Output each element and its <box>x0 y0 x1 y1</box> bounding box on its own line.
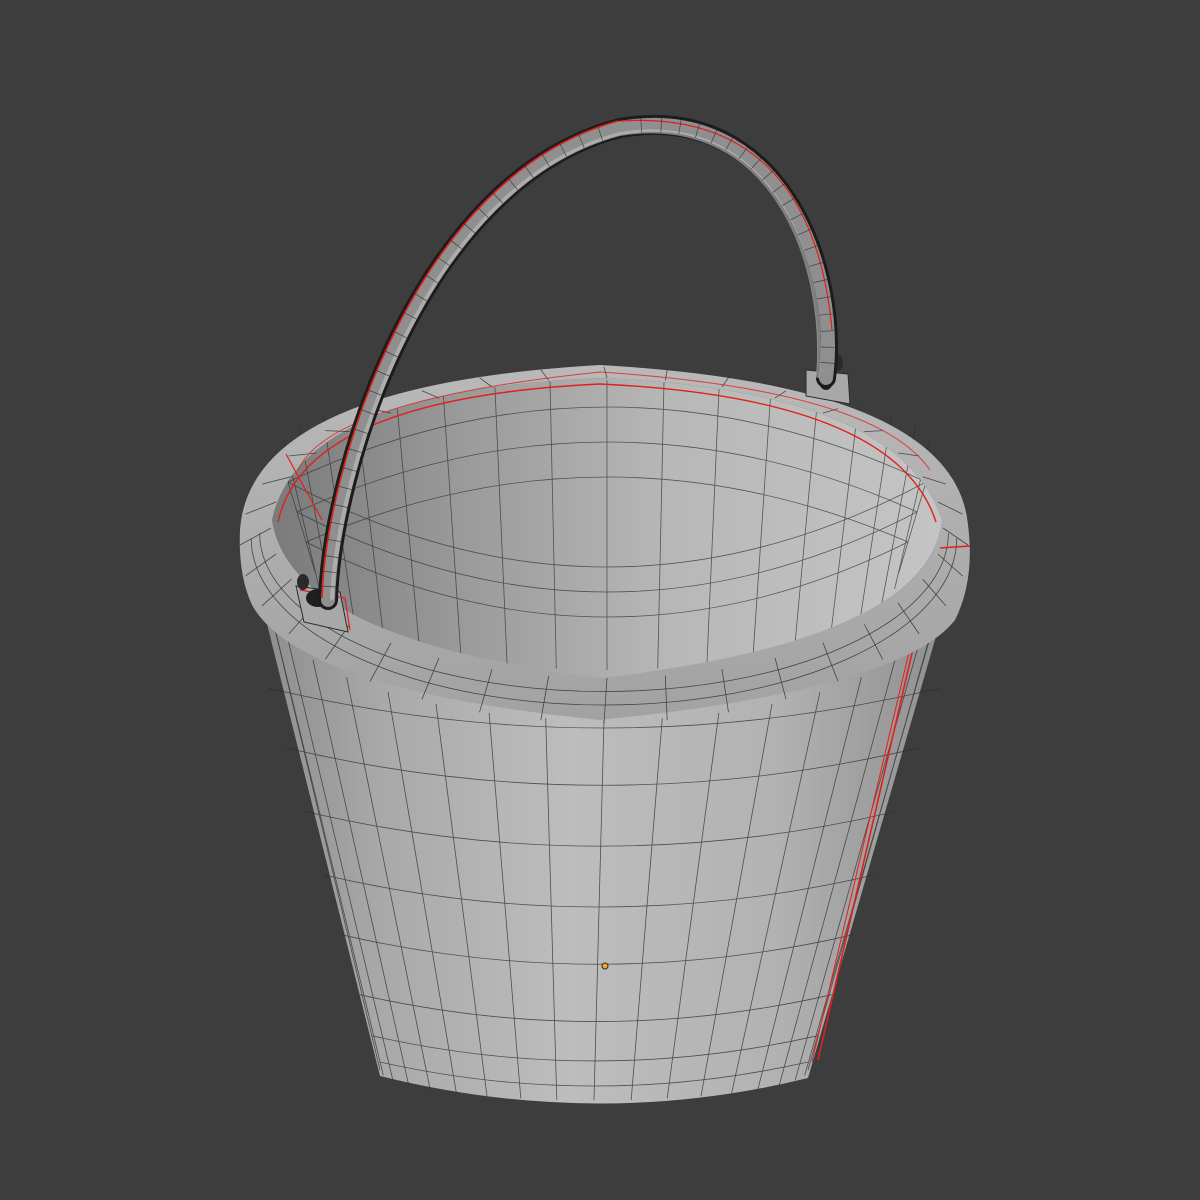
bucket-mesh-render[interactable] <box>0 0 1200 1200</box>
handle-lug-left-knob <box>297 574 309 590</box>
3d-viewport[interactable] <box>0 0 1200 1200</box>
object-origin-point[interactable] <box>601 962 609 970</box>
